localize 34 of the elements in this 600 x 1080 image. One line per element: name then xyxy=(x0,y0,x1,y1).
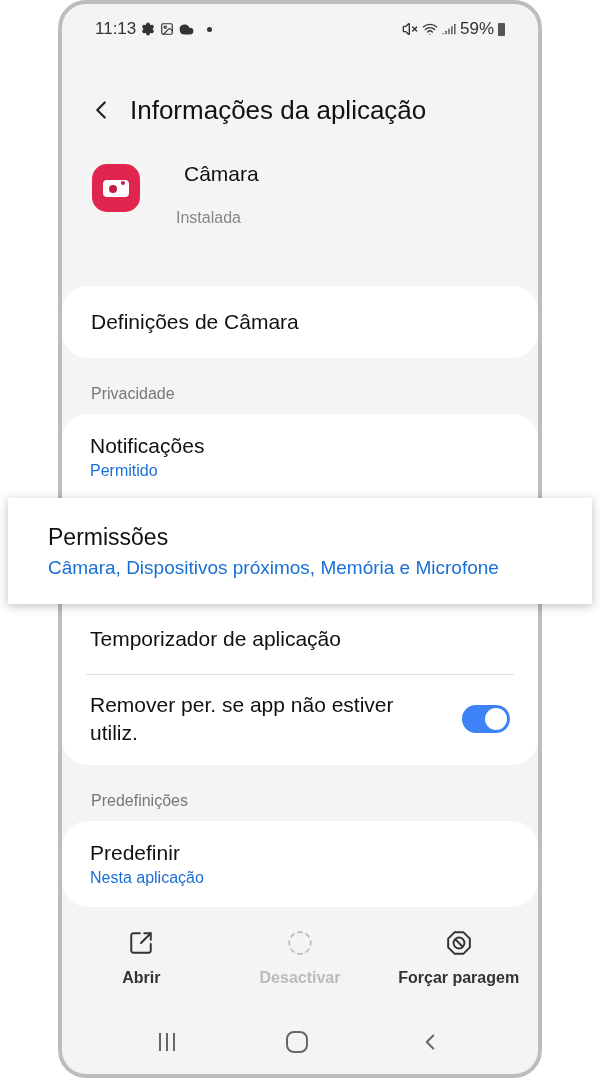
share-out-icon xyxy=(128,930,155,956)
status-time: 11:13 xyxy=(95,18,137,41)
item-subtitle: Nesta aplicação xyxy=(90,868,205,888)
item-title[interactable]: Definições de Câmara xyxy=(91,306,299,338)
mute-icon xyxy=(401,21,418,37)
item-title[interactable]: Predefinir xyxy=(90,839,510,867)
battery-icon xyxy=(498,22,505,36)
settings-card[interactable]: Definições de Câmara xyxy=(62,286,538,358)
item-title: Permissões xyxy=(48,522,170,552)
settings-item[interactable]: Permissões Câmara, Dispositivos próximos, Memória e Microfone xyxy=(8,498,592,604)
item-subtitle: Permitido xyxy=(90,461,159,481)
section-heading: Predefinições xyxy=(90,791,189,811)
wifi-icon xyxy=(421,21,438,37)
app-name: Câmara xyxy=(184,161,259,187)
item-title[interactable]: Notificações xyxy=(90,432,510,460)
item-subtitle: Câmara, Dispositivos próximos, Memória e Microfone xyxy=(48,555,500,580)
toggle-switch[interactable] xyxy=(462,705,510,733)
camera-app-icon xyxy=(92,164,140,212)
app-status: Instalada xyxy=(176,207,242,228)
home-icon[interactable] xyxy=(286,1031,308,1053)
settings-icon xyxy=(141,22,156,36)
stop-icon xyxy=(445,930,472,956)
image-icon xyxy=(160,22,175,36)
item-title[interactable]: Temporizador de aplicação xyxy=(90,625,510,653)
action-button[interactable]: Abrir xyxy=(62,930,221,1022)
recent-apps-icon[interactable] xyxy=(156,1032,177,1052)
action-button[interactable]: Forçar paragem xyxy=(379,930,538,1022)
signal-icon xyxy=(441,22,456,36)
dashed-circle-icon xyxy=(287,930,313,956)
section-heading: Privacidade xyxy=(90,384,176,404)
item-title[interactable]: Remover per. se app não estiver utiliz. xyxy=(90,691,446,747)
cloud-icon xyxy=(179,21,195,37)
page-title: Informações da aplicação xyxy=(130,93,427,127)
battery-percent: 59% xyxy=(459,18,494,41)
